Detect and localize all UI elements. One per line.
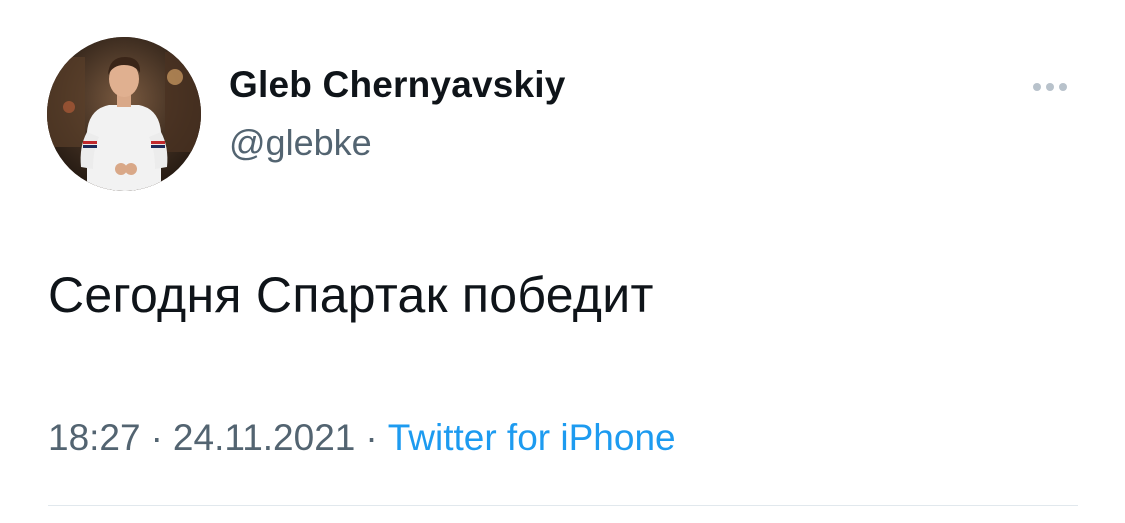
more-dot (1033, 83, 1041, 91)
tweet-text: Сегодня Спартак победит (48, 267, 654, 323)
more-options-button[interactable] (1024, 74, 1076, 100)
author-handle[interactable]: @glebke (229, 122, 372, 164)
tweet-date[interactable]: 24.11.2021 (173, 417, 355, 458)
divider (48, 505, 1078, 506)
tweet-meta: 18:27 · 24.11.2021 · Twitter for iPhone (48, 417, 676, 459)
avatar[interactable] (47, 37, 201, 191)
avatar-photo (47, 37, 201, 191)
tweet-source-link[interactable]: Twitter for iPhone (388, 417, 676, 458)
meta-separator: · (150, 417, 163, 458)
tweet-time[interactable]: 18:27 (48, 417, 141, 458)
meta-separator: · (365, 417, 378, 458)
tweet-card: Gleb Chernyavskiy @glebke Сегодня Спарта… (0, 0, 1125, 523)
more-dot (1046, 83, 1054, 91)
author-display-name[interactable]: Gleb Chernyavskiy (229, 64, 566, 106)
more-dot (1059, 83, 1067, 91)
